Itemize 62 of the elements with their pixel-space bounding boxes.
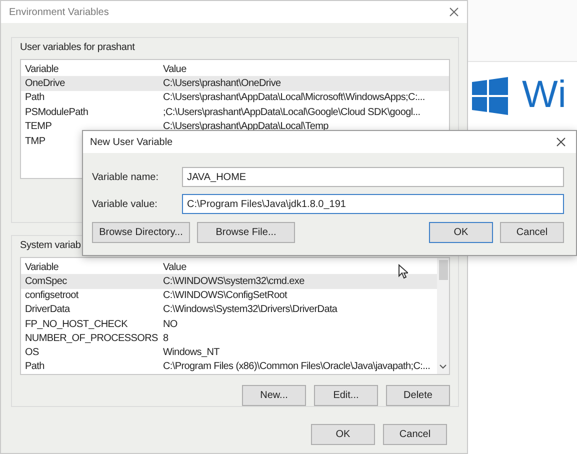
action-button[interactable]: New... [242, 385, 306, 406]
dialog-button[interactable]: OK [429, 222, 493, 243]
table-cell: ComSpec [25, 276, 67, 287]
table-cell: C:\Users\prashant\AppData\Local\Temp [163, 121, 328, 132]
column-header[interactable]: Variable [25, 262, 59, 273]
table-row[interactable]: DriverData C:\Windows\System32\Drivers\DriverData [21, 302, 437, 317]
table-cell: C:\WINDOWS\ConfigSetRoot [163, 290, 287, 302]
table-row[interactable]: Path C:\Program Files (x86)\Common Files\Oracle\Java\javapath;C:... [21, 360, 437, 374]
table-cell: Path [25, 361, 44, 372]
close-icon[interactable] [556, 137, 566, 147]
action-button[interactable]: Edit... [314, 385, 378, 406]
table-cell: C:\Users\prashant\OneDrive [163, 78, 281, 90]
scrollbar[interactable] [437, 258, 449, 374]
table-row[interactable]: OS Windows_NT [21, 346, 437, 360]
table-cell: NO [163, 318, 178, 330]
table-cell: C:\Windows\System32\Drivers\DriverData [163, 304, 338, 316]
table-cell: C:\WINDOWS\system32\cmd.exe [163, 276, 304, 287]
column-header[interactable]: Variable [25, 64, 59, 75]
chevron-down-icon[interactable] [439, 364, 447, 370]
close-icon[interactable] [449, 7, 459, 17]
table-cell: NUMBER_OF_PROCESSORS [25, 332, 158, 344]
dialog-button[interactable]: OK [311, 424, 375, 445]
section-label: User variables for prashant [20, 42, 135, 53]
table-cell: OneDrive [25, 78, 65, 90]
table-cell: TEMP [25, 121, 52, 132]
dialog-title: New User Variable [90, 136, 173, 148]
column-header[interactable]: Value [163, 262, 186, 273]
dialog-button[interactable]: Cancel [383, 424, 447, 445]
table-cell: Windows_NT [163, 347, 220, 358]
logo-text: Wi [522, 74, 566, 117]
table-cell: OS [25, 347, 39, 358]
action-button[interactable]: Delete [386, 385, 450, 406]
column-header[interactable]: Value [163, 64, 186, 75]
windows-logo-icon [472, 76, 508, 114]
table-row[interactable]: FP_NO_HOST_CHECK NO [21, 317, 437, 332]
table-row[interactable]: ComSpec C:\WINDOWS\system32\cmd.exe [21, 274, 437, 288]
table-cell: ;C:\Users\prashant\AppData\Local\Google\Cloud SDK\googl... [163, 106, 420, 118]
scrollbar-thumb[interactable] [438, 260, 448, 280]
input-field[interactable]: C:\Program Files\Java\jdk1.8.0_191 [182, 194, 564, 214]
input-field[interactable]: JAVA_HOME [182, 167, 564, 187]
table-cell: 8 [163, 332, 168, 344]
table-cell: C:\Users\prashant\AppData\Local\Microsoft\WindowsApps;C:... [163, 92, 425, 104]
table-cell: C:\Program Files (x86)\Common Files\Oracle\Java\javapath;C:... [163, 361, 430, 372]
table-row[interactable]: OneDrive C:\Users\prashant\OneDrive [21, 76, 449, 91]
field-label: Variable name: [92, 172, 160, 182]
table-cell: Path [25, 92, 44, 104]
table-row[interactable]: Path C:\Users\prashant\AppData\Local\Microsoft\WindowsApps;C:... [21, 90, 449, 106]
table-row[interactable]: TEMP C:\Users\prashant\AppData\Local\Temp [21, 120, 449, 134]
table-row[interactable]: configsetroot C:\WINDOWS\ConfigSetRoot [21, 288, 437, 303]
table-cell: FP_NO_HOST_CHECK [25, 318, 128, 330]
window-title: Environment Variables [9, 6, 109, 18]
dialog-button[interactable]: Browse Directory... [92, 222, 190, 243]
table-row[interactable]: PSModulePath ;C:\Users\prashant\AppData\Local\Google\Cloud SDK\googl... [21, 105, 449, 120]
table-cell: PSModulePath [25, 106, 88, 118]
dialog-button[interactable]: Cancel [500, 222, 564, 243]
table-row[interactable]: NUMBER_OF_PROCESSORS 8 [21, 331, 437, 346]
table-cell: DriverData [25, 304, 70, 316]
section-label: System variab [20, 240, 81, 251]
table-cell: configsetroot [25, 290, 78, 302]
dialog-button[interactable]: Browse File... [197, 222, 295, 243]
mouse-pointer-icon [398, 264, 408, 279]
field-label: Variable value: [92, 198, 158, 210]
